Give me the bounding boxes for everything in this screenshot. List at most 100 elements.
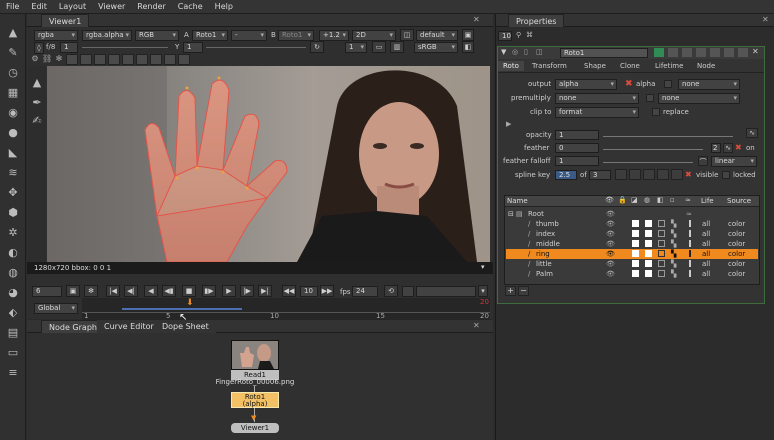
- tree-row-index[interactable]: ∕ index 👁 ▚ all color: [506, 229, 758, 239]
- float-icon[interactable]: ⌘: [526, 31, 533, 39]
- keyer-tool-icon[interactable]: ◣: [6, 146, 20, 160]
- feather-slider[interactable]: [603, 149, 703, 150]
- playhead-icon[interactable]: ⬇: [186, 298, 194, 308]
- link-icon[interactable]: ⛓: [42, 54, 52, 65]
- extra-checkbox[interactable]: [664, 80, 672, 88]
- label-mode-icon[interactable]: [164, 54, 176, 65]
- col-motionblur-icon[interactable]: ≈: [685, 196, 691, 204]
- invert-checkbox[interactable]: [658, 230, 665, 237]
- tab-node-graph[interactable]: Node Graph: [41, 320, 105, 333]
- menu-edit[interactable]: Edit: [25, 2, 53, 11]
- feather-num-field[interactable]: 2: [711, 143, 721, 153]
- invert-checkbox[interactable]: [658, 240, 665, 247]
- time-tool-icon[interactable]: ◷: [6, 66, 20, 80]
- invert-checkbox[interactable]: [658, 220, 665, 227]
- collapse-icon[interactable]: ▼: [501, 48, 506, 56]
- in-out-field[interactable]: [416, 286, 476, 297]
- output-extra-select[interactable]: none: [678, 79, 740, 90]
- prev-key-icon[interactable]: [615, 169, 627, 180]
- undo-icon[interactable]: ◫: [536, 48, 543, 56]
- downrez-icon[interactable]: ▥: [390, 41, 404, 53]
- opacity-anim-icon[interactable]: ∿: [746, 128, 758, 138]
- skip-back-button[interactable]: ◀◀: [282, 285, 296, 297]
- metadata-tool-icon[interactable]: ◕: [6, 286, 20, 300]
- viewer-canvas[interactable]: [47, 66, 490, 262]
- tab-dope-sheet[interactable]: Dope Sheet: [155, 320, 216, 333]
- loop-icon[interactable]: ⟲: [384, 285, 398, 297]
- channels-select[interactable]: rgba: [34, 30, 78, 41]
- node-name-field[interactable]: Roto1: [560, 48, 648, 58]
- invert-checkbox[interactable]: [658, 260, 665, 267]
- expand-icon[interactable]: [724, 48, 734, 57]
- tab-node[interactable]: Node: [697, 62, 715, 70]
- feather-anim-icon[interactable]: ∿: [723, 143, 733, 153]
- stop-button[interactable]: ■: [182, 285, 196, 297]
- tree-row-root[interactable]: ⊟ ▤ Root 👁 ≈: [506, 209, 758, 219]
- splinekey-field[interactable]: 2.5: [555, 170, 577, 180]
- visible-icon[interactable]: 👁: [606, 249, 615, 259]
- visible-icon[interactable]: 👁: [606, 209, 615, 219]
- first-frame-button[interactable]: |◀: [106, 285, 120, 297]
- playback-settings-icon[interactable]: ✻: [84, 285, 98, 297]
- feather-field[interactable]: 0: [555, 143, 599, 153]
- filter-tool-icon[interactable]: ●: [6, 126, 20, 140]
- skip-forward-button[interactable]: ▶▶: [320, 285, 334, 297]
- falloff-curve-icon[interactable]: ⌒: [698, 156, 708, 166]
- col-color-icon[interactable]: ◪: [631, 196, 638, 204]
- history-icon[interactable]: [668, 48, 678, 57]
- menu-file[interactable]: File: [0, 2, 25, 11]
- colorspace-select[interactable]: sRGB: [414, 42, 458, 53]
- col-visible-icon[interactable]: 👁: [605, 196, 614, 204]
- frame-field[interactable]: 6: [32, 286, 62, 297]
- input-color-icon[interactable]: ▯: [524, 48, 528, 56]
- invert-checkbox[interactable]: [658, 250, 665, 257]
- node-color-icon[interactable]: ◎: [512, 48, 518, 56]
- tree-row-palm[interactable]: ∕ Palm 👁 ▚ all color: [506, 269, 758, 279]
- next-key-icon[interactable]: [629, 169, 641, 180]
- lock-range-icon[interactable]: ▣: [66, 285, 80, 297]
- falloff-type-select[interactable]: linear: [711, 156, 757, 167]
- close-properties-icon[interactable]: ✕: [762, 15, 769, 24]
- menu-render[interactable]: Render: [131, 2, 171, 11]
- transform-handle-icon[interactable]: [122, 54, 134, 65]
- overlay-swatch[interactable]: [645, 250, 652, 257]
- select-tool-icon[interactable]: ▲: [30, 76, 44, 90]
- roto-node[interactable]: Roto1 (alpha): [231, 392, 279, 408]
- add-key-icon[interactable]: [643, 169, 655, 180]
- transform-tool-icon[interactable]: ✥: [6, 186, 20, 200]
- channel-tool-icon[interactable]: ▦: [6, 86, 20, 100]
- color-swatch[interactable]: [632, 260, 639, 267]
- tangent-mode-icon[interactable]: [108, 54, 120, 65]
- premultiply-select[interactable]: none: [555, 93, 639, 104]
- playback-menu-icon[interactable]: ▾: [478, 285, 488, 297]
- blend-icon[interactable]: ▚: [671, 249, 676, 259]
- pin-icon[interactable]: ⚲: [516, 31, 521, 39]
- falloff-field[interactable]: 1: [555, 156, 599, 166]
- tree-row-middle[interactable]: ∕ middle 👁 ▚ all color: [506, 239, 758, 249]
- ripple-icon[interactable]: [671, 169, 683, 180]
- col-name[interactable]: Name: [507, 197, 528, 205]
- tab-curve-editor[interactable]: Curve Editor: [97, 320, 161, 333]
- tree-row-thumb[interactable]: ∕ thumb 👁 ▚ all color: [506, 219, 758, 229]
- tab-shape[interactable]: Shape: [584, 62, 606, 70]
- roi-icon[interactable]: ▣: [462, 29, 474, 41]
- col-invert-icon[interactable]: ◧: [657, 196, 664, 204]
- curve-mode-icon[interactable]: [150, 54, 162, 65]
- next-key-button[interactable]: |▶: [240, 285, 254, 297]
- motionblur-icon[interactable]: ≈: [686, 209, 692, 219]
- gain-toggle-icon[interactable]: ◊: [34, 42, 44, 54]
- increment-field[interactable]: [402, 286, 414, 297]
- alpha-check-icon[interactable]: ✖: [625, 79, 633, 89]
- feather-on-check-icon[interactable]: ✖: [735, 143, 742, 152]
- particles-tool-icon[interactable]: ✲: [6, 226, 20, 240]
- tree-row-ring[interactable]: ∕ ring 👁 ▚ all color: [506, 249, 758, 259]
- timeline-ruler[interactable]: 1 5 10 15 20 ⬇ 20: [82, 298, 490, 320]
- overlay-swatch[interactable]: [645, 260, 652, 267]
- lock-icon[interactable]: ◫: [400, 29, 414, 41]
- float-panel-icon[interactable]: [696, 48, 706, 57]
- overlay-swatch[interactable]: [645, 240, 652, 247]
- expand-arrow-icon[interactable]: ▶: [506, 120, 511, 128]
- range-mode-select[interactable]: Global: [34, 303, 78, 314]
- tab-roto[interactable]: Roto: [498, 61, 524, 71]
- gain-field[interactable]: 1: [60, 42, 78, 53]
